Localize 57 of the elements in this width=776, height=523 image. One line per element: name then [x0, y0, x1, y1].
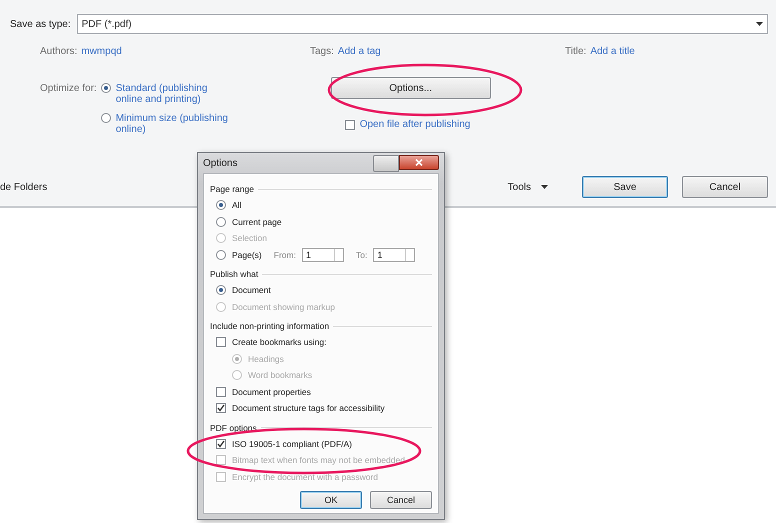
radio-button[interactable] [216, 250, 226, 260]
options-button[interactable]: Options... [330, 77, 491, 99]
radio-button[interactable] [100, 83, 111, 93]
metadata-label: Tags: [310, 46, 334, 57]
metadata-value[interactable]: Add a tag [338, 46, 381, 57]
option-label: All [232, 200, 242, 210]
checkbox-label: Open file after publishing [360, 119, 470, 130]
close-button[interactable] [399, 154, 439, 170]
checkbox[interactable] [216, 386, 226, 397]
dropdown-caret-icon[interactable] [541, 185, 548, 189]
dialog-button[interactable]: Cancel [682, 176, 768, 198]
option-label: Document structure tags for accessibility [232, 403, 385, 414]
hide-folders-label[interactable]: de Folders [0, 182, 48, 192]
radio-button[interactable] [216, 200, 226, 210]
dialog-title: Options [203, 158, 238, 168]
metadata-label: Authors: [40, 46, 78, 57]
checkbox[interactable] [216, 403, 226, 414]
option-label: Document [232, 285, 271, 296]
from-spinner[interactable]: 1 [302, 248, 344, 262]
radio-label: Standard (publishing online and printing) [116, 83, 208, 105]
option-label: Word bookmarks [248, 370, 312, 380]
section-heading: Publish what [210, 269, 258, 279]
to-label: To: [356, 250, 368, 260]
help-button[interactable] [373, 154, 399, 172]
section-heading: Page range [210, 184, 254, 194]
radio-label: Minimum size (publishing online) [116, 113, 229, 135]
dialog-button[interactable]: Cancel [370, 491, 432, 509]
option-label: ISO 19005-1 compliant (PDF/A) [232, 438, 352, 449]
option-label: Page(s) [232, 250, 262, 260]
option-label: Selection [232, 233, 267, 244]
metadata-value[interactable]: Add a title [590, 46, 635, 57]
option-label: Bitmap text when fonts may not be embedded [232, 455, 405, 466]
radio-button[interactable] [216, 216, 226, 227]
from-label: From: [274, 250, 296, 260]
radio-button[interactable] [100, 113, 111, 123]
section-heading: Include non-printing information [210, 321, 330, 331]
option-label: Document showing markup [232, 302, 335, 312]
tools-menu[interactable]: Tools [508, 182, 531, 192]
save-as-type-dropdown[interactable]: PDF (*.pdf) [76, 14, 768, 34]
dropdown-caret-icon [756, 22, 763, 26]
save-as-type-label: Save as type: [10, 18, 71, 30]
option-label: Encrypt the document with a password [232, 472, 378, 482]
option-label: Document properties [232, 386, 311, 397]
metadata-value[interactable]: mwmpqd [81, 46, 122, 57]
metadata-label: Title: [565, 46, 586, 57]
checkbox[interactable] [344, 120, 355, 130]
to-spinner[interactable]: 1 [373, 248, 416, 262]
option-label: Current page [232, 216, 282, 227]
dialog-button[interactable]: Save [582, 176, 668, 198]
option-label: Headings [248, 354, 284, 364]
checkbox[interactable] [216, 337, 226, 348]
dialog-button[interactable]: OK [300, 491, 362, 509]
optimize-label: Optimize for: [40, 83, 97, 94]
close-icon [415, 158, 423, 166]
radio-button[interactable] [216, 285, 226, 296]
option-label: Create bookmarks using: [232, 337, 326, 348]
checkbox[interactable] [216, 438, 226, 449]
